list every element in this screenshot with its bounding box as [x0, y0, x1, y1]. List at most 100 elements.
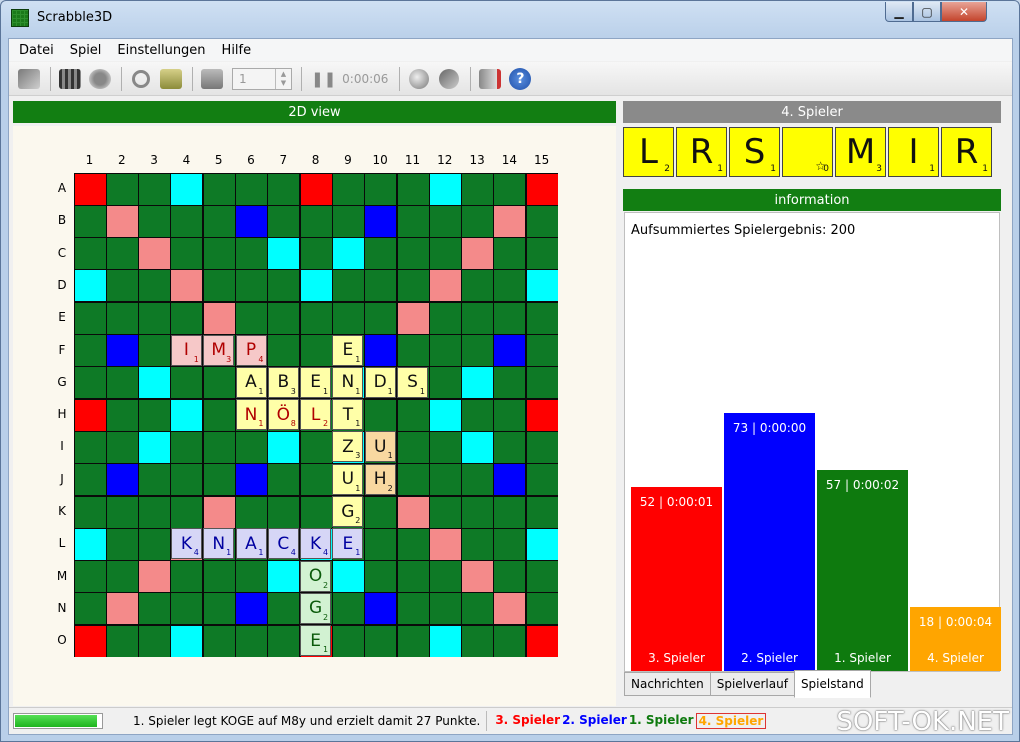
board-cell[interactable] [397, 464, 429, 496]
board-cell[interactable] [365, 593, 397, 625]
board-cell[interactable] [268, 464, 300, 496]
board-cell[interactable] [268, 431, 300, 463]
board-cell[interactable] [106, 270, 138, 302]
board-cell[interactable] [268, 302, 300, 334]
board-tile[interactable]: K4 [300, 528, 332, 560]
board-cell[interactable] [332, 625, 364, 657]
board-cell[interactable] [74, 302, 106, 334]
board-cell[interactable] [397, 335, 429, 366]
board-cell[interactable] [203, 431, 235, 463]
board-cell[interactable] [171, 593, 203, 625]
board-cell[interactable] [397, 528, 429, 560]
board-cell[interactable] [106, 367, 138, 399]
board-cell[interactable] [429, 270, 461, 302]
board-cell[interactable] [429, 399, 461, 431]
board-tile[interactable]: M3 [203, 334, 235, 366]
board-cell[interactable] [365, 335, 397, 366]
board-cell[interactable] [494, 335, 526, 366]
rack-tile[interactable]: S1 [729, 127, 780, 177]
board-cell[interactable] [106, 464, 138, 496]
board-cell[interactable] [300, 205, 332, 237]
board-cell[interactable] [526, 561, 558, 593]
board-cell[interactable] [139, 561, 171, 593]
player-button[interactable] [198, 66, 226, 92]
board-tile[interactable]: E1 [300, 366, 332, 398]
board-tile[interactable]: U1 [332, 463, 364, 495]
board-cell[interactable] [171, 399, 203, 431]
board-cell[interactable] [139, 205, 171, 237]
board-tile[interactable]: E1 [332, 528, 364, 560]
board-tile[interactable]: A1 [235, 366, 267, 398]
board-cell[interactable] [397, 399, 429, 431]
rack-tile[interactable]: I1 [888, 127, 939, 177]
board-cell[interactable] [494, 528, 526, 560]
board-cell[interactable] [365, 399, 397, 431]
board-cell[interactable] [74, 593, 106, 625]
board-cell[interactable] [494, 238, 526, 270]
board-cell[interactable] [397, 270, 429, 302]
board-cell[interactable] [106, 496, 138, 528]
board-cell[interactable] [365, 238, 397, 270]
board-cell[interactable] [526, 173, 558, 205]
board-cell[interactable] [332, 238, 364, 270]
pause-icon[interactable]: ❚❚ [311, 70, 336, 88]
board-cell[interactable] [300, 173, 332, 205]
board-cell[interactable] [74, 367, 106, 399]
board-cell[interactable] [397, 625, 429, 657]
board-cell[interactable] [429, 593, 461, 625]
board-cell[interactable] [397, 205, 429, 237]
network-button[interactable] [86, 66, 114, 92]
board-cell[interactable] [526, 431, 558, 463]
menu-spiel[interactable]: Spiel [64, 43, 108, 58]
board-cell[interactable] [203, 496, 235, 528]
board-cell[interactable] [494, 399, 526, 431]
board-cell[interactable] [171, 367, 203, 399]
board-tile[interactable]: U1 [364, 431, 396, 463]
web-button[interactable] [405, 66, 433, 92]
board-cell[interactable] [171, 496, 203, 528]
board-cell[interactable] [236, 625, 267, 657]
board-cell[interactable] [429, 528, 461, 560]
board-cell[interactable] [74, 528, 106, 560]
board-cell[interactable] [74, 399, 106, 431]
board-cell[interactable] [203, 173, 235, 205]
board-cell[interactable] [74, 335, 106, 366]
board-cell[interactable] [74, 238, 106, 270]
board-tile[interactable]: Ö8 [267, 399, 299, 431]
tab-spielverlauf[interactable]: Spielverlauf [709, 672, 795, 696]
close-button[interactable]: ✕ [941, 2, 987, 22]
board-cell[interactable] [139, 496, 171, 528]
board-cell[interactable] [268, 173, 300, 205]
player-spinner[interactable]: 1 ▲ ▼ [232, 67, 292, 90]
board-cell[interactable] [106, 173, 138, 205]
board-cell[interactable] [462, 431, 494, 463]
board-cell[interactable] [429, 561, 461, 593]
board-cell[interactable] [203, 367, 235, 399]
board-cell[interactable] [494, 205, 526, 237]
menu-datei[interactable]: Datei [13, 43, 60, 58]
board-cell[interactable] [106, 625, 138, 657]
board-cell[interactable] [268, 593, 300, 625]
board-cell[interactable] [74, 205, 106, 237]
board-cell[interactable] [268, 270, 300, 302]
board-cell[interactable] [365, 302, 397, 334]
board-cell[interactable] [429, 302, 461, 334]
board-tile[interactable]: C4 [267, 528, 299, 560]
board-tile[interactable]: G2 [300, 592, 332, 624]
board-cell[interactable] [526, 593, 558, 625]
board-cell[interactable] [106, 238, 138, 270]
board-cell[interactable] [462, 496, 494, 528]
new-game-button[interactable] [56, 66, 84, 92]
board-cell[interactable] [139, 270, 171, 302]
board-cell[interactable] [236, 496, 267, 528]
board-cell[interactable] [494, 173, 526, 205]
board-cell[interactable] [106, 335, 138, 366]
board-cell[interactable] [462, 464, 494, 496]
board-cell[interactable] [203, 238, 235, 270]
board-cell[interactable] [526, 528, 558, 560]
board-cell[interactable] [171, 173, 203, 205]
board-cell[interactable] [74, 431, 106, 463]
board-cell[interactable] [526, 205, 558, 237]
board-cell[interactable] [74, 625, 106, 657]
board-cell[interactable] [526, 496, 558, 528]
